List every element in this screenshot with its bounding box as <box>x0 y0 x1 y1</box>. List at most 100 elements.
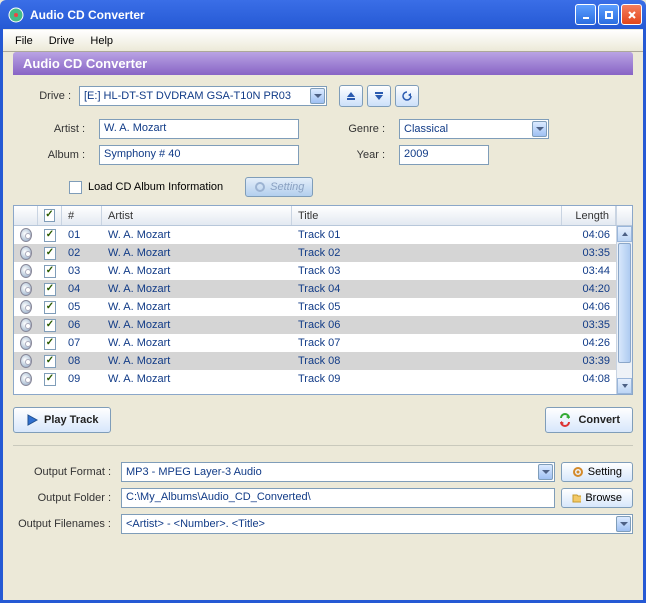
table-row[interactable]: 07W. A. MozartTrack 0704:26 <box>14 334 632 352</box>
row-artist: W. A. Mozart <box>102 264 292 278</box>
row-length: 04:26 <box>562 336 616 350</box>
menu-drive[interactable]: Drive <box>41 32 83 50</box>
row-length: 04:08 <box>562 372 616 386</box>
table-row[interactable]: 03W. A. MozartTrack 0303:44 <box>14 262 632 280</box>
output-filenames-label: Output Filenames : <box>13 518 115 530</box>
scroll-thumb[interactable] <box>618 243 631 363</box>
output-setting-button[interactable]: Setting <box>561 462 633 482</box>
table-row[interactable]: 02W. A. MozartTrack 0203:35 <box>14 244 632 262</box>
scroll-up-icon[interactable] <box>617 226 632 242</box>
folder-icon <box>572 492 581 504</box>
browse-button[interactable]: Browse <box>561 488 633 508</box>
output-format-label: Output Format : <box>13 466 115 478</box>
disc-icon <box>14 281 38 297</box>
disc-icon <box>14 317 38 333</box>
row-checkbox[interactable] <box>44 283 56 296</box>
row-checkbox[interactable] <box>44 301 56 314</box>
year-field[interactable]: 2009 <box>399 145 489 165</box>
table-row[interactable]: 04W. A. MozartTrack 0404:20 <box>14 280 632 298</box>
load-cd-info-label: Load CD Album Information <box>88 181 223 193</box>
row-title: Track 08 <box>292 354 562 368</box>
output-filenames-select[interactable]: <Artist> - <Number>. <Title> <box>121 514 633 534</box>
window-title: Audio CD Converter <box>28 8 575 22</box>
disc-icon <box>14 335 38 351</box>
row-number: 08 <box>62 354 102 368</box>
disc-icon <box>14 263 38 279</box>
load-button[interactable] <box>367 85 391 107</box>
row-title: Track 05 <box>292 300 562 314</box>
table-row[interactable]: 01W. A. MozartTrack 0104:06 <box>14 226 632 244</box>
row-length: 04:20 <box>562 282 616 296</box>
row-checkbox[interactable] <box>44 373 56 386</box>
col-length[interactable]: Length <box>562 206 616 225</box>
cd-info-setting-button[interactable]: Setting <box>245 177 313 197</box>
output-folder-field[interactable]: C:\My_Albums\Audio_CD_Converted\ <box>121 488 555 508</box>
app-icon <box>8 7 24 23</box>
row-checkbox[interactable] <box>44 265 56 278</box>
table-row[interactable]: 09W. A. MozartTrack 0904:08 <box>14 370 632 388</box>
row-title: Track 01 <box>292 228 562 242</box>
table-row[interactable]: 05W. A. MozartTrack 0504:06 <box>14 298 632 316</box>
eject-button[interactable] <box>339 85 363 107</box>
maximize-button[interactable] <box>598 4 619 25</box>
row-length: 03:44 <box>562 264 616 278</box>
dropdown-arrow-icon <box>616 516 631 532</box>
row-title: Track 06 <box>292 318 562 332</box>
row-number: 03 <box>62 264 102 278</box>
album-label: Album : <box>29 149 89 161</box>
disc-icon <box>14 227 38 243</box>
scroll-down-icon[interactable] <box>617 378 632 394</box>
row-checkbox[interactable] <box>44 319 56 332</box>
menu-file[interactable]: File <box>7 32 41 50</box>
artist-field[interactable]: W. A. Mozart <box>99 119 299 139</box>
row-checkbox[interactable] <box>44 247 56 260</box>
row-checkbox[interactable] <box>44 355 56 368</box>
col-title[interactable]: Title <box>292 206 562 225</box>
dropdown-arrow-icon <box>310 88 325 104</box>
album-field[interactable]: Symphony # 40 <box>99 145 299 165</box>
row-artist: W. A. Mozart <box>102 354 292 368</box>
row-title: Track 03 <box>292 264 562 278</box>
row-number: 09 <box>62 372 102 386</box>
convert-icon <box>558 413 572 427</box>
row-checkbox[interactable] <box>44 229 56 242</box>
menu-help[interactable]: Help <box>82 32 121 50</box>
row-artist: W. A. Mozart <box>102 318 292 332</box>
row-title: Track 02 <box>292 246 562 260</box>
drive-select[interactable]: [E:] HL-DT-ST DVDRAM GSA-T10N PR03 <box>79 86 327 106</box>
gear-icon <box>254 181 266 193</box>
disc-icon <box>14 245 38 261</box>
col-number[interactable]: # <box>62 206 102 225</box>
row-length: 04:06 <box>562 300 616 314</box>
row-length: 03:35 <box>562 318 616 332</box>
output-format-select[interactable]: MP3 - MPEG Layer-3 Audio <box>121 462 555 482</box>
row-artist: W. A. Mozart <box>102 246 292 260</box>
col-checkbox[interactable] <box>38 206 62 225</box>
col-icon[interactable] <box>14 206 38 225</box>
load-cd-info-checkbox[interactable] <box>69 181 82 194</box>
row-artist: W. A. Mozart <box>102 372 292 386</box>
play-track-button[interactable]: Play Track <box>13 407 111 433</box>
table-row[interactable]: 06W. A. MozartTrack 0603:35 <box>14 316 632 334</box>
row-checkbox[interactable] <box>44 337 56 350</box>
track-table: # Artist Title Length 01W. A. MozartTrac… <box>13 205 633 395</box>
play-icon <box>26 414 38 426</box>
table-row[interactable]: 08W. A. MozartTrack 0803:39 <box>14 352 632 370</box>
genre-select[interactable]: Classical <box>399 119 549 139</box>
gear-icon <box>572 466 584 478</box>
col-artist[interactable]: Artist <box>102 206 292 225</box>
refresh-button[interactable] <box>395 85 419 107</box>
row-number: 06 <box>62 318 102 332</box>
row-title: Track 07 <box>292 336 562 350</box>
select-all-checkbox[interactable] <box>44 209 55 222</box>
row-length: 04:06 <box>562 228 616 242</box>
scrollbar-vertical[interactable] <box>616 226 632 394</box>
close-button[interactable] <box>621 4 642 25</box>
row-artist: W. A. Mozart <box>102 282 292 296</box>
output-folder-label: Output Folder : <box>13 492 115 504</box>
drive-label: Drive : <box>29 90 75 102</box>
minimize-button[interactable] <box>575 4 596 25</box>
convert-button[interactable]: Convert <box>545 407 633 433</box>
titlebar: Audio CD Converter <box>0 0 646 29</box>
row-title: Track 04 <box>292 282 562 296</box>
